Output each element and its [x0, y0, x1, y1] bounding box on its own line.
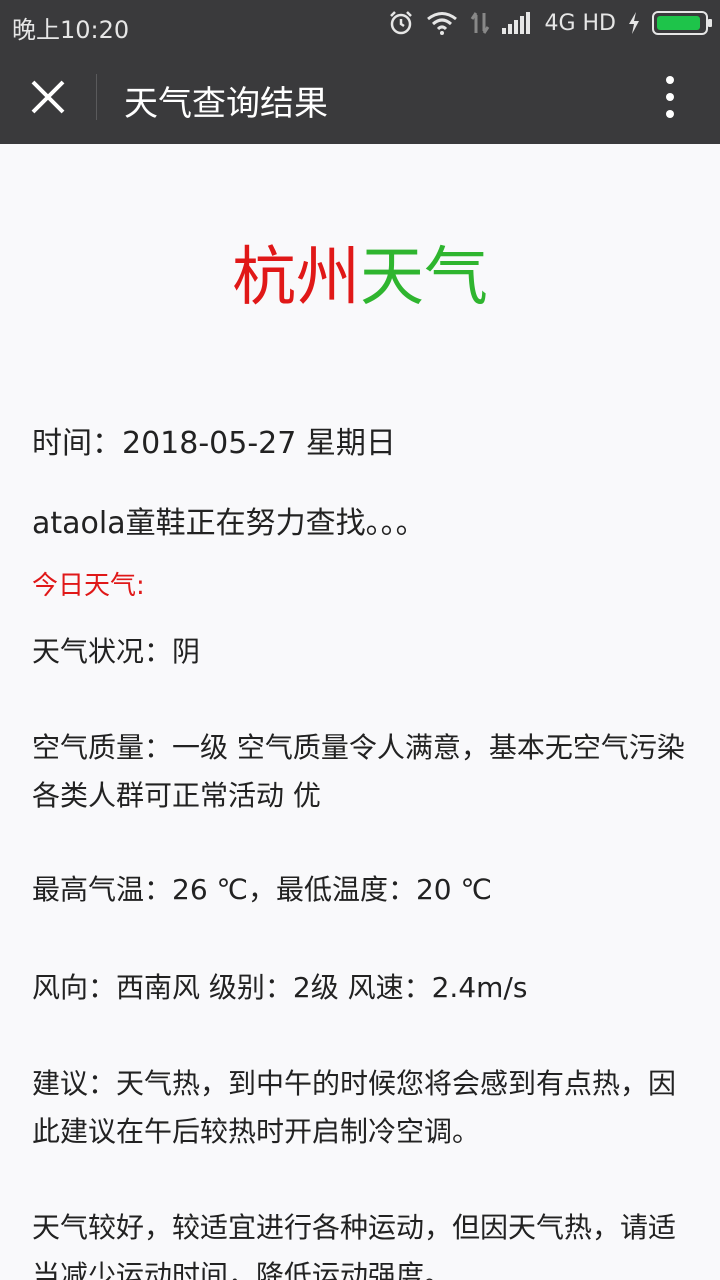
- more-options-icon[interactable]: [658, 72, 682, 122]
- battery-icon: [652, 11, 712, 35]
- wind: 风向：西南风 级别：2级 风速：2.4m/s: [32, 971, 528, 1004]
- today-weather-label: 今日天气:: [32, 571, 145, 601]
- time-line: 时间：2018-05-27 星期日: [32, 426, 396, 461]
- air-quality: 空气质量：一级 空气质量令人满意，基本无空气污染 各类人群可正常活动 优: [32, 731, 685, 812]
- suggestion: 建议：天气热，到中午的时候您将会感到有点热，因此建议在午后较热时开启制冷空调。: [32, 1067, 677, 1148]
- close-icon[interactable]: [24, 73, 72, 121]
- network-type: 4G HD: [544, 10, 616, 36]
- app-bar: 天气查询结果: [0, 50, 720, 144]
- charging-icon: [629, 12, 639, 34]
- weather-heading: 杭州天气: [0, 226, 720, 318]
- alarm-icon: [390, 11, 413, 35]
- wifi-icon: [427, 12, 458, 35]
- temperature: 最高气温：26 ℃，最低温度：20 ℃: [32, 873, 492, 906]
- heading-city: 杭州: [232, 241, 360, 315]
- page-title: 天气查询结果: [124, 84, 328, 124]
- content-area: 杭州天气 时间：2018-05-27 星期日 ataola童鞋正在努力查找。。。…: [0, 144, 720, 1280]
- status-icons: 4G HD: [388, 10, 712, 36]
- app-bar-divider: [96, 74, 97, 120]
- status-time: 晚上10:20: [12, 16, 130, 44]
- weather-condition: 天气状况：阴: [32, 635, 201, 668]
- signal-icon: [502, 12, 531, 34]
- heading-weather: 天气: [360, 241, 488, 315]
- sport-advice: 天气较好，较适宜进行各种运动，但因天气热，请适当减少运动时间，降低运动强度。: [32, 1211, 677, 1280]
- status-bar: 晚上10:20 4G HD: [0, 0, 720, 50]
- data-transfer-icon: [471, 12, 490, 34]
- searching-text: ataola童鞋正在努力查找。。。: [32, 506, 426, 541]
